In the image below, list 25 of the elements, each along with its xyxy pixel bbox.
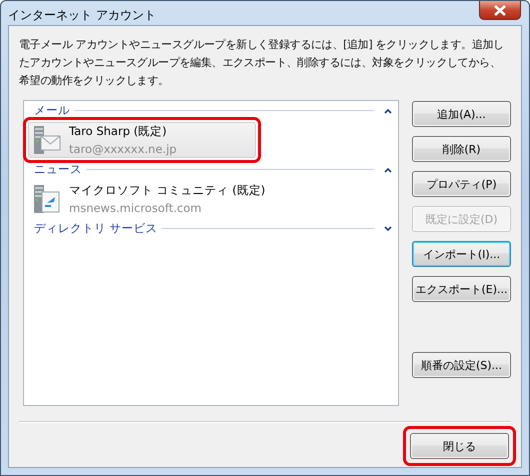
action-button[interactable]: プロパティ(P) — [412, 171, 511, 197]
account-name: マイクロソフト コミュニティ (既定) — [69, 183, 266, 198]
action-button[interactable]: 削除(R) — [412, 136, 511, 162]
account-item[interactable]: Taro Sharp (既定) taro@xxxxxx.ne.jp — [28, 122, 256, 158]
close-dialog-button[interactable]: 閉じる — [410, 433, 509, 459]
account-address: msnews.microsoft.com — [69, 201, 202, 215]
account-address: taro@xxxxxx.ne.jp — [69, 142, 177, 156]
collapse-icon[interactable] — [384, 108, 392, 114]
account-name: Taro Sharp (既定) — [69, 124, 168, 139]
close-icon — [493, 4, 507, 16]
description-text: 電子メール アカウントやニュースグループを新しく登録するには、[追加] をクリックします。追加したアカウントやニュースグループを編集、エクスポート、削除するには、対象をクリックしてから、希望の動作をクリックします。 — [19, 37, 505, 89]
expand-icon[interactable] — [384, 226, 392, 232]
close-button[interactable] — [479, 1, 521, 20]
action-button[interactable]: 追加(A)... — [412, 101, 511, 127]
mail-server-icon — [33, 124, 61, 156]
group-header: ニュース — [34, 162, 82, 177]
news-server-icon — [33, 183, 61, 215]
action-button[interactable]: インポート(I)... — [412, 241, 511, 267]
action-button[interactable]: 順番の設定(S)... — [412, 352, 511, 378]
group-header: メール — [34, 103, 70, 118]
collapse-icon[interactable] — [384, 166, 392, 172]
group-header: ディレクトリ サービス — [34, 221, 158, 236]
account-item[interactable]: マイクロソフト コミュニティ (既定) msnews.microsoft.com — [28, 181, 270, 217]
window-title: インターネット アカウント — [8, 7, 156, 24]
action-button[interactable]: エクスポート(E)... — [412, 276, 511, 302]
